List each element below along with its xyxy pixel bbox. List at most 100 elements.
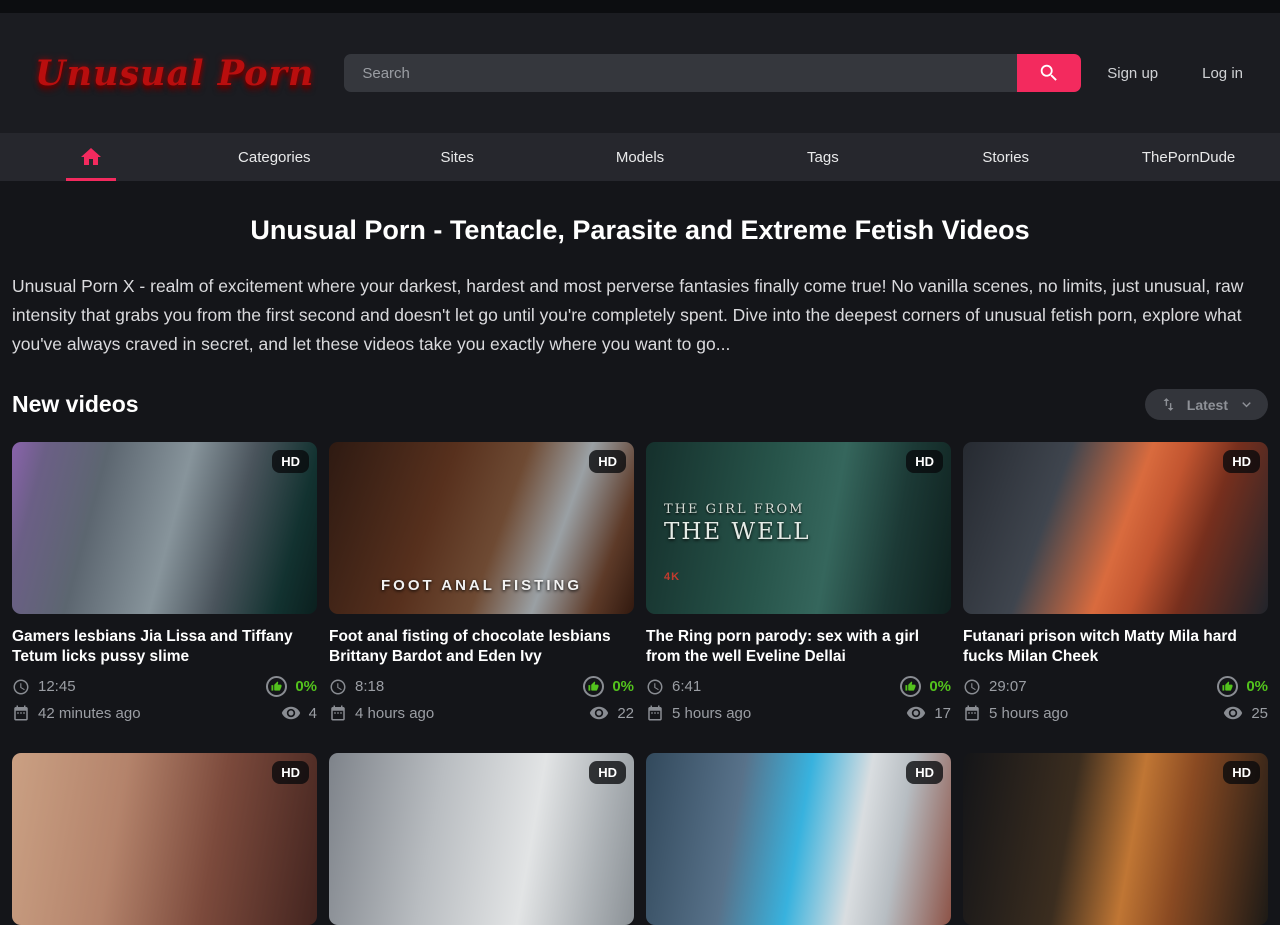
- video-card: HD Gamers lesbians Jia Lissa and Tiffany…: [12, 442, 317, 723]
- page-title: Unusual Porn - Tentacle, Parasite and Ex…: [12, 215, 1268, 246]
- search-button[interactable]: [1017, 54, 1081, 92]
- duration-cell: 12:45: [12, 678, 76, 696]
- eye-icon: [906, 703, 926, 723]
- video-card: HD: [329, 753, 634, 925]
- sort-icon: [1160, 396, 1177, 413]
- nav-sites[interactable]: Sites: [366, 133, 549, 181]
- hd-badge: HD: [589, 761, 626, 784]
- hd-badge: HD: [272, 450, 309, 473]
- nav-stories[interactable]: Stories: [914, 133, 1097, 181]
- video-meta: 12:45 0% 42 minutes ago 4: [12, 676, 317, 723]
- poster-4k-badge: 4K: [664, 571, 810, 583]
- video-card: HD: [646, 753, 951, 925]
- thumbnail-poster-text: THE GIRL FROM THE WELL 4K: [664, 502, 810, 583]
- video-thumbnail[interactable]: HD THE GIRL FROM THE WELL 4K: [646, 442, 951, 614]
- video-views: 25: [1251, 705, 1268, 722]
- search-icon: [1038, 62, 1060, 84]
- video-duration: 8:18: [355, 678, 384, 695]
- main-content: Unusual Porn - Tentacle, Parasite and Ex…: [0, 215, 1280, 925]
- video-title[interactable]: Futanari prison witch Matty Mila hard fu…: [963, 627, 1268, 667]
- video-card: HD Futanari prison witch Matty Mila hard…: [963, 442, 1268, 723]
- calendar-icon: [12, 704, 30, 722]
- page-description: Unusual Porn X - realm of excitement whe…: [12, 272, 1268, 359]
- thumbs-up-icon: [266, 676, 287, 697]
- views-cell: 25: [1223, 703, 1268, 723]
- sort-selected-label: Latest: [1187, 397, 1228, 413]
- hd-badge: HD: [1223, 761, 1260, 784]
- views-cell: 22: [589, 703, 634, 723]
- video-meta: 8:18 0% 4 hours ago 22: [329, 676, 634, 723]
- video-title[interactable]: Gamers lesbians Jia Lissa and Tiffany Te…: [12, 627, 317, 667]
- hd-badge: HD: [906, 450, 943, 473]
- video-thumbnail[interactable]: HD: [329, 753, 634, 925]
- video-age: 4 hours ago: [355, 705, 434, 722]
- site-logo[interactable]: Unusual Porn: [35, 56, 314, 91]
- clock-icon: [963, 678, 981, 696]
- video-grid: HD Gamers lesbians Jia Lissa and Tiffany…: [12, 442, 1268, 925]
- video-card: HD: [12, 753, 317, 925]
- nav-categories[interactable]: Categories: [183, 133, 366, 181]
- signup-link[interactable]: Sign up: [1107, 65, 1158, 82]
- video-age: 5 hours ago: [672, 705, 751, 722]
- search-input[interactable]: [344, 54, 1017, 92]
- calendar-icon: [646, 704, 664, 722]
- video-card: HD FOOT ANAL FISTING Foot anal fisting o…: [329, 442, 634, 723]
- thumbnail-overlay-title: FOOT ANAL FISTING: [329, 577, 634, 594]
- video-rating: 0%: [295, 678, 317, 695]
- age-cell: 5 hours ago: [963, 704, 1068, 722]
- video-thumbnail[interactable]: HD: [646, 753, 951, 925]
- video-thumbnail[interactable]: HD: [963, 753, 1268, 925]
- age-cell: 4 hours ago: [329, 704, 434, 722]
- thumbs-up-icon: [900, 676, 921, 697]
- login-link[interactable]: Log in: [1202, 65, 1243, 82]
- search-form: [344, 54, 1081, 92]
- video-meta: 29:07 0% 5 hours ago 25: [963, 676, 1268, 723]
- duration-cell: 8:18: [329, 678, 384, 696]
- video-thumbnail[interactable]: HD FOOT ANAL FISTING: [329, 442, 634, 614]
- clock-icon: [12, 678, 30, 696]
- video-title[interactable]: The Ring porn parody: sex with a girl fr…: [646, 627, 951, 667]
- nav-active-underline: [66, 178, 116, 181]
- site-header: Unusual Porn Sign up Log in: [0, 13, 1280, 133]
- video-rating: 0%: [1246, 678, 1268, 695]
- poster-line2: THE WELL: [664, 519, 810, 545]
- section-title: New videos: [12, 391, 139, 418]
- eye-icon: [281, 703, 301, 723]
- video-age: 42 minutes ago: [38, 705, 141, 722]
- auth-links: Sign up Log in: [1107, 65, 1243, 82]
- rating-cell: 0%: [266, 676, 317, 697]
- video-duration: 12:45: [38, 678, 76, 695]
- home-icon: [79, 145, 103, 169]
- clock-icon: [329, 678, 347, 696]
- video-card: HD: [963, 753, 1268, 925]
- eye-icon: [589, 703, 609, 723]
- video-age: 5 hours ago: [989, 705, 1068, 722]
- video-thumbnail[interactable]: HD: [12, 442, 317, 614]
- main-nav: Categories Sites Models Tags Stories The…: [0, 133, 1280, 181]
- video-rating: 0%: [929, 678, 951, 695]
- hd-badge: HD: [1223, 450, 1260, 473]
- video-thumbnail[interactable]: HD: [963, 442, 1268, 614]
- rating-cell: 0%: [900, 676, 951, 697]
- duration-cell: 6:41: [646, 678, 701, 696]
- video-views: 4: [309, 705, 317, 722]
- video-duration: 6:41: [672, 678, 701, 695]
- hd-badge: HD: [589, 450, 626, 473]
- video-duration: 29:07: [989, 678, 1027, 695]
- window-top-strip: [0, 0, 1280, 13]
- video-title[interactable]: Foot anal fisting of chocolate lesbians …: [329, 627, 634, 667]
- nav-theporndude[interactable]: ThePornDude: [1097, 133, 1280, 181]
- hd-badge: HD: [272, 761, 309, 784]
- nav-tags[interactable]: Tags: [731, 133, 914, 181]
- calendar-icon: [329, 704, 347, 722]
- nav-models[interactable]: Models: [549, 133, 732, 181]
- sort-dropdown[interactable]: Latest: [1145, 389, 1268, 420]
- poster-line1: THE GIRL FROM: [664, 502, 810, 517]
- thumbs-up-icon: [583, 676, 604, 697]
- video-views: 17: [934, 705, 951, 722]
- chevron-down-icon: [1238, 396, 1255, 413]
- rating-cell: 0%: [1217, 676, 1268, 697]
- nav-home[interactable]: [0, 133, 183, 181]
- video-thumbnail[interactable]: HD: [12, 753, 317, 925]
- views-cell: 4: [281, 703, 317, 723]
